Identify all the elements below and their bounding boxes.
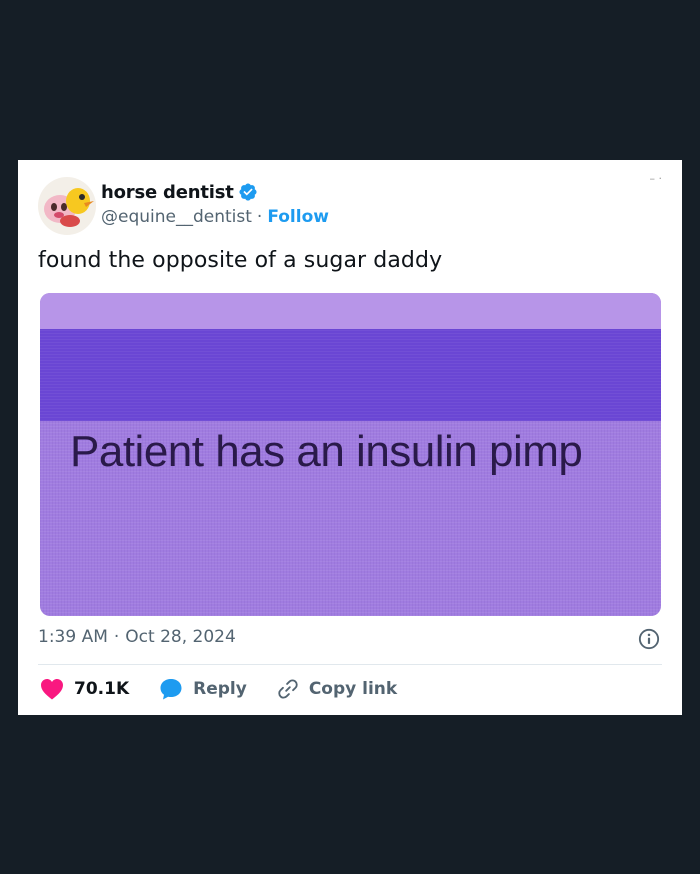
timestamp-row[interactable]: 1:39 AM · Oct 28, 2024 (38, 627, 236, 647)
like-button[interactable]: 70.1K (40, 678, 129, 700)
reply-label: Reply (193, 679, 247, 699)
author-handle[interactable]: @equine__dentist (101, 207, 252, 227)
link-icon (278, 679, 298, 699)
tweet-image[interactable]: Patient has an insulin pimp (40, 293, 661, 616)
tweet-date: Oct 28, 2024 (125, 627, 236, 647)
follow-button[interactable]: Follow (267, 207, 329, 227)
image-highlight-band (40, 329, 661, 421)
copy-link-label: Copy link (308, 679, 398, 699)
author-handle-row: @equine__dentist · Follow (101, 205, 329, 229)
handle-separator: · (256, 207, 263, 227)
cartoon-avatar-icon (38, 177, 96, 235)
info-icon[interactable] (638, 628, 660, 650)
copy-link-button[interactable]: Copy link (277, 678, 397, 700)
timestamp-separator: · (113, 627, 120, 647)
divider (38, 664, 662, 665)
image-caption-text: Patient has an insulin pimp (70, 427, 583, 476)
tweet-text: found the opposite of a sugar daddy (38, 248, 443, 273)
tweet-time: 1:39 AM (38, 627, 108, 647)
action-bar: 70.1K Reply Copy link (40, 676, 427, 702)
like-count: 70.1K (74, 679, 130, 699)
display-name[interactable]: horse dentist (101, 182, 234, 203)
tweet-card: horse dentist @equine__dentist · Follow … (18, 160, 682, 715)
image-top-strip (40, 293, 661, 329)
author-name-row: horse dentist (101, 180, 258, 204)
verified-badge-icon (239, 183, 257, 201)
reply-button[interactable]: Reply (159, 677, 247, 701)
heart-icon (41, 679, 63, 700)
avatar[interactable] (38, 177, 96, 235)
window-controls: – · (649, 172, 663, 185)
reply-bubble-icon (160, 679, 182, 700)
